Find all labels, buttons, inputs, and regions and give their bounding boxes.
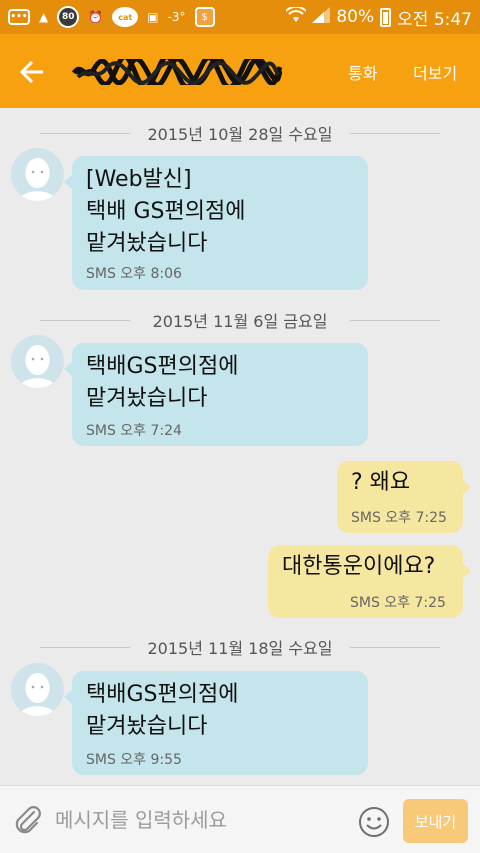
call-button[interactable]: 통화 <box>348 60 377 84</box>
chat-icon: ••• <box>8 9 30 25</box>
message-text: [Web발신] 택배 GS편의점에 맡겨놨습니다 <box>86 167 246 256</box>
back-arrow-icon <box>19 60 43 84</box>
person-icon <box>19 673 56 716</box>
date-separator: 2015년 10월 28일 수요일 <box>0 118 480 148</box>
composer-bar: 보내기 <box>0 785 480 853</box>
battery-percent: 80% <box>336 7 375 27</box>
image-icon: ▣ <box>147 10 159 24</box>
date-separator: 2015년 11월 18일 수요일 <box>0 632 480 662</box>
status-bar: ••• ▲ 80 ⏰ cat ▣ -3° $ 80% 오전 5:47 <box>0 0 480 34</box>
system-indicators: 80% 오전 5:47 <box>285 5 472 30</box>
outgoing-message-bubble[interactable]: ? 왜요 SMS 오후 7:25 <box>337 461 471 533</box>
message-meta: SMS 오후 7:25 <box>351 510 447 526</box>
contact-avatar[interactable] <box>11 335 64 388</box>
message-text: 대한통운이에요? <box>282 554 436 579</box>
outgoing-message-bubble[interactable]: 대한통운이에요? SMS 오후 7:25 <box>268 545 471 618</box>
date-label: 2015년 11월 6일 금요일 <box>144 308 336 332</box>
emoji-icon <box>359 807 389 837</box>
app-bar: 통화 더보기 <box>0 34 480 108</box>
clock: 오전 5:47 <box>397 9 472 30</box>
badge-80-icon: 80 <box>57 6 80 28</box>
attach-button[interactable] <box>12 804 44 836</box>
coin-icon: $ <box>194 7 215 27</box>
message-list[interactable]: 2015년 10월 28일 수요일 [Web발신] 택배 GS편의점에 맡겨놨습… <box>0 108 480 784</box>
message-input[interactable] <box>55 802 345 838</box>
contact-name-redacted <box>71 54 283 90</box>
emoji-button[interactable] <box>358 806 390 838</box>
message-meta: SMS 오후 9:55 <box>86 752 182 768</box>
battery-icon <box>380 7 392 27</box>
message-text: ? 왜요 <box>351 470 411 495</box>
date-label: 2015년 11월 18일 수요일 <box>139 635 341 659</box>
person-icon <box>19 158 56 201</box>
message-meta: SMS 오후 7:25 <box>350 595 446 611</box>
message-text: 택배GS편의점에 맡겨놨습니다 <box>86 682 239 739</box>
temperature-icon: -3° <box>167 10 186 24</box>
weather-icon: ▲ <box>39 10 49 24</box>
incoming-message-bubble[interactable]: [Web발신] 택배 GS편의점에 맡겨놨습니다 SMS 오후 8:06 <box>64 156 368 290</box>
alarm-icon: ⏰ <box>88 10 104 24</box>
send-button[interactable]: 보내기 <box>403 799 468 843</box>
cat-icon: cat <box>112 7 139 27</box>
more-button[interactable]: 더보기 <box>413 60 457 84</box>
signal-icon <box>312 6 331 28</box>
message-text: 택배GS편의점에 맡겨놨습니다 <box>86 354 239 411</box>
contact-avatar[interactable] <box>11 148 64 201</box>
person-icon <box>19 345 56 388</box>
wifi-icon <box>285 5 308 28</box>
back-button[interactable] <box>14 54 50 90</box>
date-label: 2015년 10월 28일 수요일 <box>139 121 341 145</box>
date-separator: 2015년 11월 6일 금요일 <box>0 305 480 335</box>
message-meta: SMS 오후 8:06 <box>86 266 182 282</box>
message-meta: SMS 오후 7:24 <box>86 423 182 439</box>
incoming-message-bubble[interactable]: 택배GS편의점에 맡겨놨습니다 SMS 오후 7:24 <box>64 343 368 446</box>
contact-avatar[interactable] <box>11 663 64 716</box>
paperclip-icon <box>15 806 41 834</box>
incoming-message-bubble[interactable]: 택배GS편의점에 맡겨놨습니다 SMS 오후 9:55 <box>64 671 368 775</box>
notification-icons: ••• ▲ 80 ⏰ cat ▣ -3° $ <box>8 5 215 29</box>
